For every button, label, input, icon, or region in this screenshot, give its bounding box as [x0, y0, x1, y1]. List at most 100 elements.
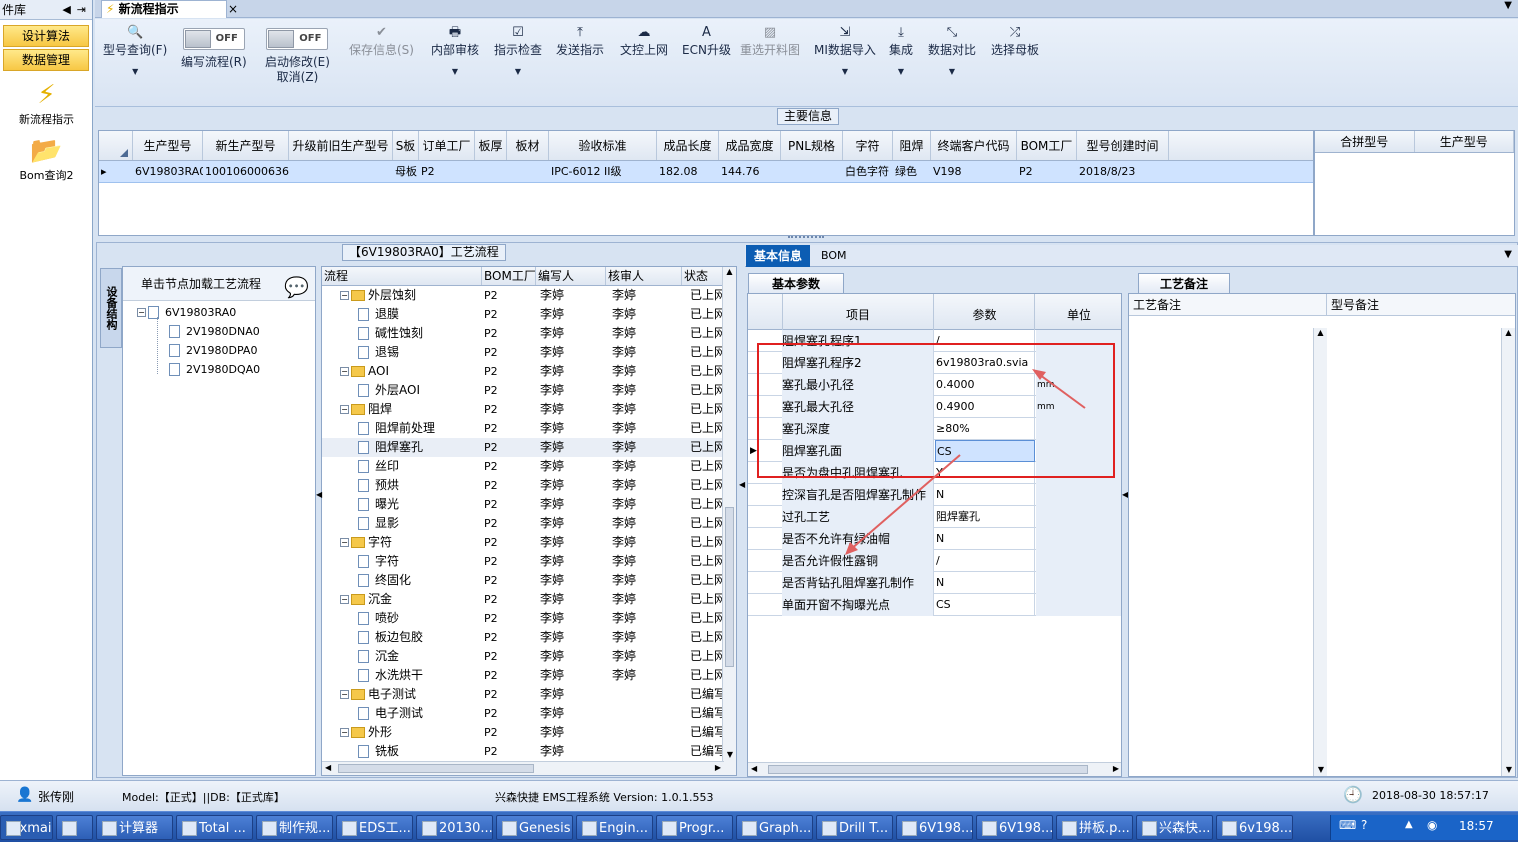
flow-row[interactable]: 电子测试 P2 李婷 已编写 — [322, 704, 724, 723]
flow-vertical-scrollbar[interactable]: ▲ ▼ — [722, 267, 736, 775]
main-info-header-cell[interactable]: BOM工厂 — [1017, 131, 1077, 160]
flow-row[interactable]: 碱性蚀刻 P2 李婷 李婷 已上网 — [322, 324, 724, 343]
main-info-cell[interactable]: 白色字符 — [843, 161, 893, 182]
left-collapse-handle[interactable]: ◀ — [316, 490, 322, 510]
taskbar-item[interactable]: EDS工... — [336, 815, 413, 840]
tree-child-node[interactable]: 2V1980DQA0 — [169, 360, 260, 379]
chevron-down-icon[interactable]: ▼ — [928, 64, 976, 80]
tree-child-node[interactable]: 2V1980DNA0 — [169, 322, 260, 341]
taskbar-item[interactable]: 兴森快... — [1136, 815, 1213, 840]
taskbar-item[interactable]: 拼板.p... — [1056, 815, 1133, 840]
nav-pin-icon[interactable]: ⇥ — [77, 3, 86, 16]
help-icon[interactable]: ? — [1361, 818, 1367, 832]
taskbar-item[interactable]: Foxmail — [0, 815, 53, 840]
taskbar-item[interactable] — [56, 815, 93, 840]
doc-upload-button[interactable]: ☁ 文控上网 — [620, 23, 668, 58]
collapse-icon[interactable]: − — [340, 538, 349, 547]
main-info-header-cell[interactable]: S板 — [393, 131, 419, 160]
collapse-icon[interactable]: − — [340, 367, 349, 376]
taskbar-item[interactable]: Total ... — [176, 815, 253, 840]
flow-row[interactable]: − 外层蚀刻 P2 李婷 李婷 已上网 — [322, 286, 724, 305]
bom-query-shortcut[interactable]: 📂 Bom查询2 — [0, 135, 93, 183]
collapse-icon[interactable]: − — [137, 308, 146, 317]
main-info-header-cell[interactable]: 成品宽度 — [719, 131, 781, 160]
model-query-button[interactable]: 🔍 型号查询(F) ▼ — [103, 23, 167, 80]
main-info-cell[interactable] — [289, 161, 393, 182]
data-compare-button[interactable]: ⤡ 数据对比 ▼ — [928, 23, 976, 80]
main-info-cell[interactable]: IPC-6012 II级 — [549, 161, 657, 182]
params-horizontal-scrollbar[interactable]: ◀ ▶ — [748, 762, 1121, 776]
tray-expand-icon[interactable]: ▲ — [1405, 819, 1413, 830]
tab-list-dropdown-icon[interactable]: ▼ — [1504, 0, 1512, 11]
chevron-down-icon[interactable]: ▼ — [494, 64, 542, 80]
main-info-cell[interactable] — [781, 161, 843, 182]
flow-header-cell[interactable]: 核审人 — [606, 267, 682, 285]
data-management-button[interactable]: 数据管理 — [3, 49, 89, 71]
flow-row[interactable]: − AOI P2 李婷 李婷 已上网 — [322, 362, 724, 381]
tab-new-flow-instruction[interactable]: ⚡ 新流程指示 × — [101, 0, 238, 18]
main-info-cell[interactable]: V198 — [931, 161, 1017, 182]
flow-row[interactable]: 铣板 P2 李婷 已编写 — [322, 742, 724, 761]
flow-row[interactable]: 退锡 P2 李婷 李婷 已上网 — [322, 343, 724, 362]
main-info-header-cell[interactable]: 新生产型号 — [203, 131, 289, 160]
collapse-icon[interactable]: − — [340, 728, 349, 737]
tab-close-icon[interactable]: × — [228, 1, 238, 17]
main-info-cell[interactable]: 182.08 — [657, 161, 719, 182]
main-info-header-cell[interactable]: PNL规格 — [781, 131, 843, 160]
flow-row[interactable]: 显影 P2 李婷 李婷 已上网 — [322, 514, 724, 533]
flow-horizontal-scrollbar[interactable]: ◀ ▶ — [322, 761, 724, 775]
flow-header-cell[interactable]: 编写人 — [536, 267, 606, 285]
flow-row[interactable]: − 字符 P2 李婷 李婷 已上网 — [322, 533, 724, 552]
flow-row[interactable]: − 电子测试 P2 李婷 已编写 — [322, 685, 724, 704]
flow-row[interactable]: 水洗烘干 P2 李婷 李婷 已上网 — [322, 666, 724, 685]
chevron-down-icon[interactable]: ▼ — [814, 64, 876, 80]
integrate-button[interactable]: ⤓ 集成 ▼ — [889, 23, 913, 80]
flow-row[interactable]: 外层AOI P2 李婷 李婷 已上网 — [322, 381, 724, 400]
taskbar-item[interactable]: 计算器 — [96, 815, 173, 840]
chevron-down-icon[interactable]: ▼ — [431, 64, 479, 80]
taskbar-item[interactable]: 6v198... — [1216, 815, 1293, 840]
internal-review-button[interactable]: 🖶 内部审核 ▼ — [431, 23, 479, 80]
main-info-data-row[interactable]: ▸6V19803RA010010600063687母板P2IPC-6012 II… — [99, 161, 1313, 183]
main-info-header-cell[interactable]: 板材 — [507, 131, 549, 160]
flow-row[interactable]: 丝印 P2 李婷 李婷 已上网 — [322, 457, 724, 476]
flow-row[interactable]: 喷砂 P2 李婷 李婷 已上网 — [322, 609, 724, 628]
main-info-header-cell[interactable]: 型号创建时间 — [1077, 131, 1169, 160]
main-info-header-cell[interactable]: 终端客户代码 — [931, 131, 1017, 160]
nav-back-icon[interactable]: ◀ — [62, 3, 70, 16]
taskbar-item[interactable]: Drill T... — [816, 815, 893, 840]
start-modify-switch[interactable]: OFF — [266, 28, 329, 50]
flow-row[interactable]: − 沉金 P2 李婷 李婷 已上网 — [322, 590, 724, 609]
write-flow-toggle[interactable]: OFF 编写流程(R) — [181, 28, 247, 70]
flow-header-cell[interactable]: 状态 — [682, 267, 724, 285]
main-info-header-cell[interactable]: 订单工厂 — [419, 131, 475, 160]
flow-row[interactable]: 板边包胶 P2 李婷 李婷 已上网 — [322, 628, 724, 647]
process-remark-scrollbar[interactable]: ▲ ▼ — [1313, 328, 1327, 776]
main-info-cell[interactable]: P2 — [1017, 161, 1077, 182]
ecn-upgrade-button[interactable]: A ECN升级 — [682, 23, 731, 58]
cancel-label[interactable]: 取消(Z) — [265, 70, 330, 85]
taskbar-item[interactable]: Graph... — [736, 815, 813, 840]
taskbar-item[interactable]: 20130... — [416, 815, 493, 840]
main-info-cell[interactable]: 母板 — [393, 161, 419, 182]
flow-row[interactable]: 曝光 P2 李婷 李婷 已上网 — [322, 495, 724, 514]
flow-header-cell[interactable]: 流程 — [322, 267, 482, 285]
main-info-cell[interactable] — [475, 161, 507, 182]
tab-process-remarks[interactable]: 工艺备注 — [1138, 273, 1230, 293]
flow-row[interactable]: 退膜 P2 李婷 李婷 已上网 — [322, 305, 724, 324]
main-info-cell[interactable] — [507, 161, 549, 182]
flow-row[interactable]: 沉金 P2 李婷 李婷 已上网 — [322, 647, 724, 666]
tree-child-node[interactable]: 2V1980DPA0 — [169, 341, 257, 360]
main-info-cell[interactable]: 10010600063687 — [203, 161, 289, 182]
main-info-cell[interactable]: 2018/8/23 — [1077, 161, 1169, 182]
keyboard-icon[interactable]: ⌨ — [1339, 818, 1356, 832]
main-info-header-cell[interactable]: 成品长度 — [657, 131, 719, 160]
send-instruction-button[interactable]: ⤒ 发送指示 — [556, 23, 604, 58]
main-info-cell[interactable]: 绿色 — [893, 161, 931, 182]
taskbar-item[interactable]: 6V198... — [976, 815, 1053, 840]
save-info-button[interactable]: ✔ 保存信息(S) — [349, 23, 414, 58]
taskbar-item[interactable]: 6V198... — [896, 815, 973, 840]
device-structure-tab[interactable]: 设备结构 — [100, 268, 122, 348]
chevron-down-icon[interactable]: ▼ — [1504, 249, 1512, 260]
merge-model-header-cell[interactable]: 合拼型号 — [1315, 131, 1415, 152]
